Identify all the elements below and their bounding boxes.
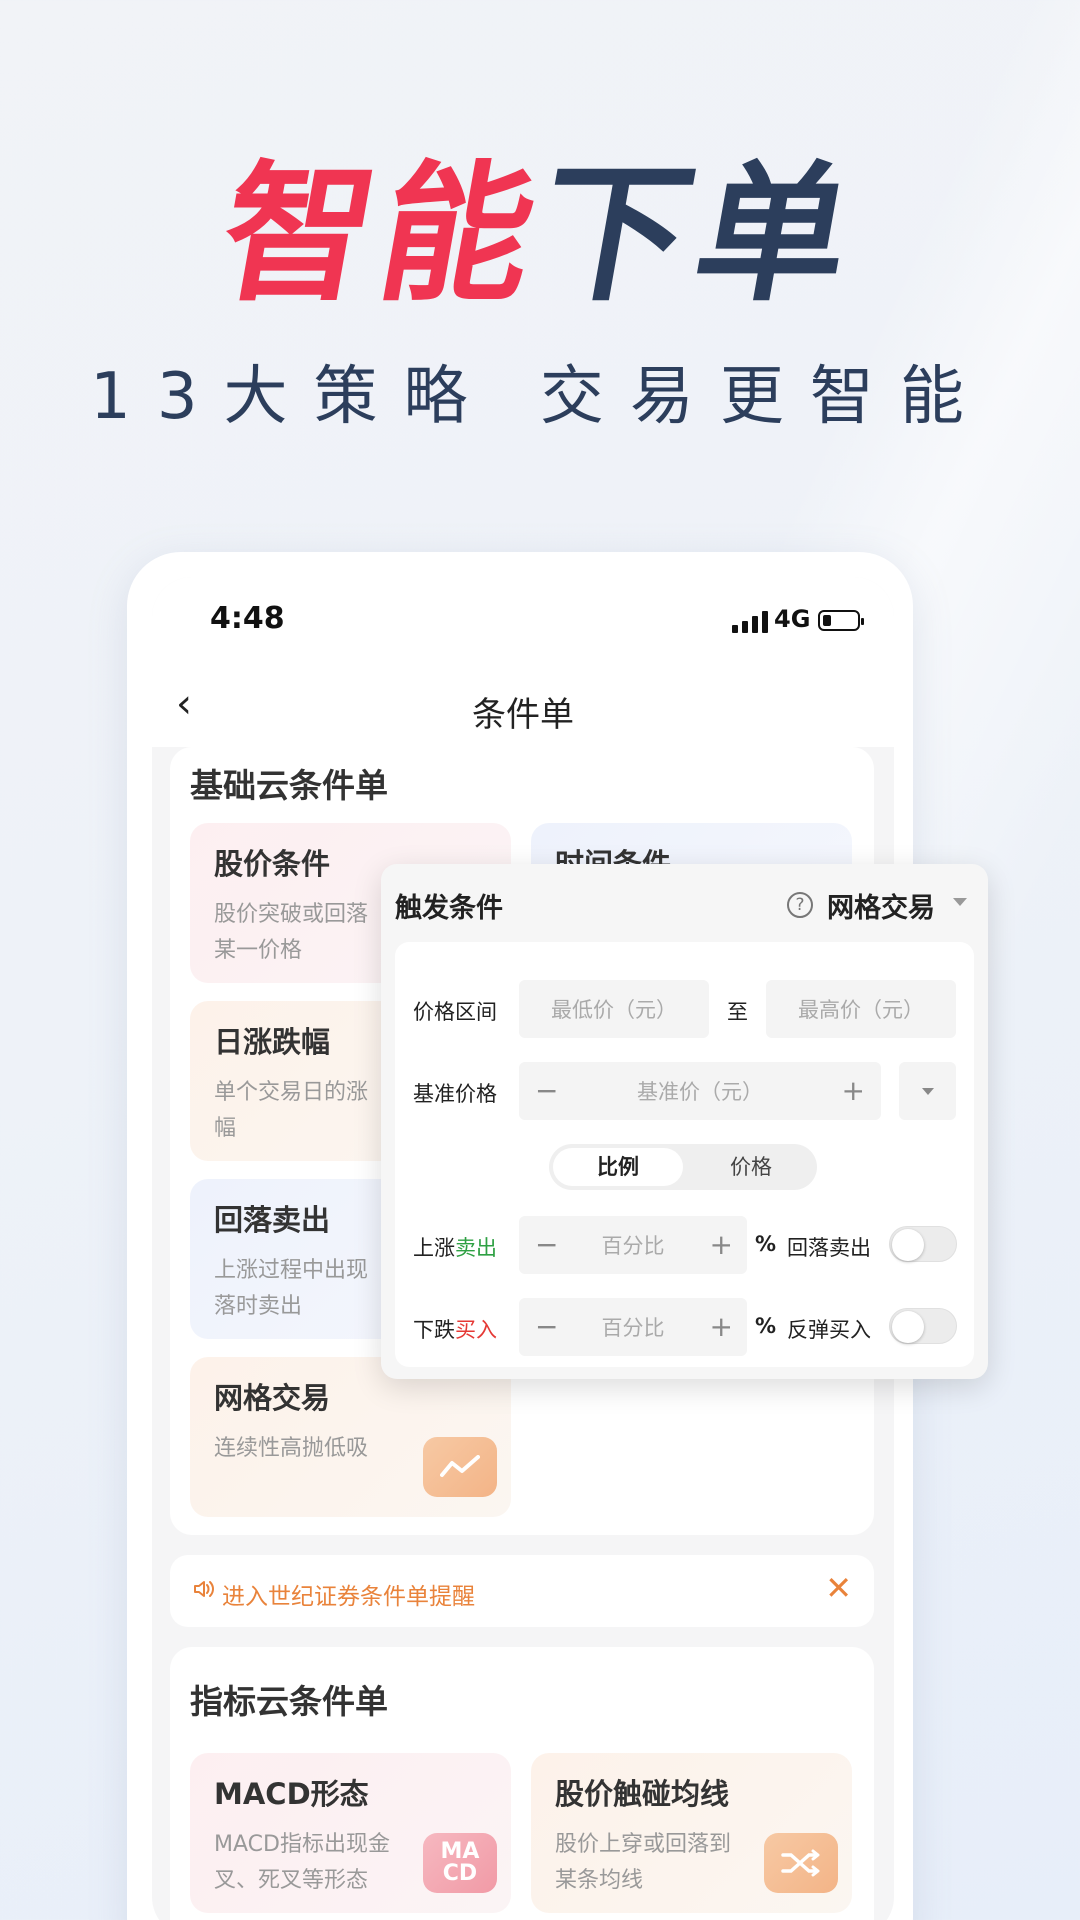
plus-icon[interactable]: + [710, 1228, 733, 1261]
page-title: 条件单 [472, 695, 574, 735]
close-icon[interactable]: ✕ [825, 1569, 852, 1607]
subline: 13大策略 交易更智能 [90, 360, 990, 434]
tile-title: MACD形态 [214, 1777, 369, 1811]
strategy-select[interactable]: 网格交易 [827, 886, 935, 925]
pullback-sell-toggle[interactable] [889, 1226, 957, 1262]
sell-label: 卖出 [455, 1236, 497, 1260]
rebound-buy-toggle[interactable] [889, 1308, 957, 1344]
tile-macd[interactable]: MACD形态 MACD指标出现金 叉、死叉等形态 MA CD [190, 1753, 511, 1913]
tile-title: 网格交易 [214, 1381, 331, 1415]
plus-icon[interactable]: + [842, 1074, 865, 1107]
indicator-conditions-card: 指标云条件单 MACD形态 MACD指标出现金 叉、死叉等形态 MA CD 股价… [170, 1647, 874, 1920]
down-label: 下跌 [413, 1318, 455, 1342]
up-sell-label: 上涨卖出 [413, 1232, 497, 1262]
segment-price[interactable]: 价格 [689, 1148, 813, 1186]
base-price-label: 基准价格 [413, 1082, 497, 1106]
panel-form: 价格区间 最低价（元） 至 最高价（元） 基准价格 − 基准价（元） + 比例 … [395, 942, 974, 1367]
segment-ratio[interactable]: 比例 [553, 1148, 683, 1186]
tile-title: 股价触碰均线 [555, 1777, 730, 1811]
headline-dark: 下单 [524, 148, 872, 322]
headline: 智能下单 [0, 148, 1080, 322]
min-price-input[interactable]: 最低价（元） [519, 980, 709, 1038]
notice-text: 进入世纪证券条件单提醒 [222, 1584, 475, 1610]
headline-red: 智能 [208, 148, 556, 322]
minus-icon[interactable]: − [535, 1310, 558, 1343]
up-percent-input[interactable]: − 百分比 + [519, 1216, 747, 1274]
macd-icon: MA CD [423, 1833, 497, 1893]
status-time: 4:48 [210, 601, 285, 636]
rebound-buy-label: 反弹买入 [787, 1318, 871, 1342]
max-price-input[interactable]: 最高价（元） [766, 980, 956, 1038]
price-range-label: 价格区间 [413, 1000, 497, 1024]
caret-down-icon[interactable] [953, 898, 967, 906]
to-label: 至 [727, 1000, 748, 1024]
down-percent-input[interactable]: − 百分比 + [519, 1298, 747, 1356]
trigger-condition-panel: 触发条件 ? 网格交易 价格区间 最低价（元） 至 最高价（元） 基准价格 − … [381, 864, 988, 1379]
notice-bar[interactable]: 进入世纪证券条件单提醒 ✕ [170, 1555, 874, 1627]
caret-down-icon [921, 1087, 934, 1095]
percent-placeholder: 百分比 [601, 1316, 665, 1340]
percent-placeholder: 百分比 [601, 1234, 665, 1258]
panel-title: 触发条件 [395, 893, 503, 924]
minus-icon[interactable]: − [535, 1228, 558, 1261]
basic-section-title: 基础云条件单 [190, 766, 388, 805]
up-label: 上涨 [413, 1236, 455, 1260]
minus-icon[interactable]: − [535, 1074, 558, 1107]
nav-bar: ‹ 条件单 [152, 667, 894, 747]
tile-grid-trading[interactable]: 网格交易 连续性高抛低吸 [190, 1357, 511, 1517]
network-type: 4G [774, 605, 811, 633]
shuffle-icon [764, 1833, 838, 1893]
percent-unit: % [755, 1232, 777, 1256]
tile-ma-touch[interactable]: 股价触碰均线 股价上穿或回落到 某条均线 [531, 1753, 852, 1913]
indicator-section-title: 指标云条件单 [190, 1682, 388, 1721]
plus-icon[interactable]: + [710, 1310, 733, 1343]
pullback-sell-label: 回落卖出 [787, 1236, 871, 1260]
percent-unit: % [755, 1314, 777, 1338]
help-icon[interactable]: ? [787, 892, 813, 918]
mode-segment[interactable]: 比例 价格 [549, 1144, 817, 1190]
base-price-placeholder: 基准价（元） [637, 1080, 763, 1104]
speaker-icon [194, 1581, 214, 1597]
base-price-dropdown[interactable] [899, 1062, 956, 1120]
status-bar: 4:48 4G [152, 577, 894, 667]
trend-line-icon [423, 1437, 497, 1497]
base-price-input[interactable]: − 基准价（元） + [519, 1062, 881, 1120]
signal-icon [732, 611, 768, 633]
battery-icon [818, 610, 864, 631]
down-buy-label: 下跌买入 [413, 1314, 497, 1344]
buy-label: 买入 [455, 1318, 497, 1342]
